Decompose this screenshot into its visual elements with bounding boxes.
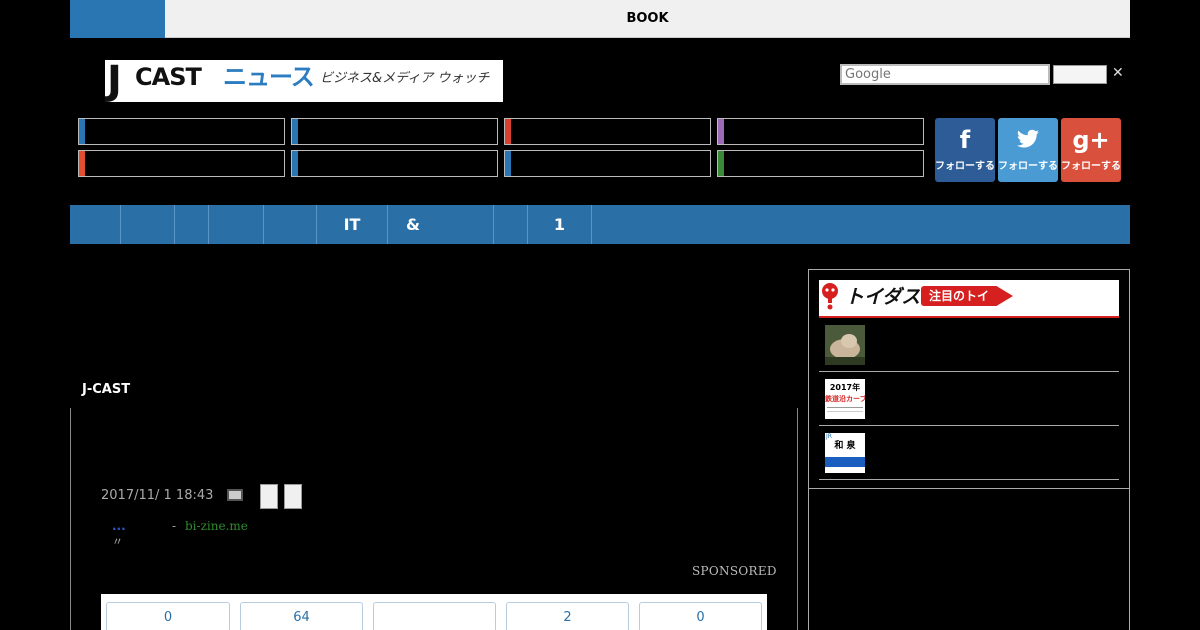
toidas-brand: トイダス [845,286,921,308]
nav-item-and[interactable]: & [388,205,494,244]
follow-label: フォローする [1061,161,1121,172]
category-box-2[interactable] [291,118,498,145]
category-color-bar [292,151,298,176]
category-color-bar [505,119,511,144]
nav-item-5[interactable] [264,205,317,244]
nav-item-3[interactable] [175,205,209,244]
ad-description: 〃 [112,535,123,548]
site-logo[interactable]: J CAST ニュース ビジネス&メディア ウォッチ [105,60,503,102]
print-icon[interactable] [227,489,243,501]
category-color-bar [79,119,85,144]
follow-label: フォローする [935,161,995,172]
category-color-bar [718,119,724,144]
ad-separator: - [172,519,177,533]
category-color-bar [505,151,511,176]
nav-item-1[interactable] [70,205,121,244]
sidebar-item-2[interactable]: 2017年 鉄道沿カーブ [819,372,1119,426]
category-box-5[interactable] [78,150,285,177]
twitter-follow-button[interactable]: フォローする [998,118,1058,182]
googleplus-follow-button[interactable]: g+ フォローする [1061,118,1121,182]
nav-item-8[interactable] [494,205,528,244]
featured-tag: 注目のトイ [921,286,1013,306]
category-box-1[interactable] [78,118,285,145]
twitter-bird-icon [998,126,1058,157]
nav-item-2[interactable] [121,205,175,244]
facebook-follow-button[interactable]: f フォローする [935,118,995,182]
toidas-banner[interactable]: トイダス 注目のトイ [819,280,1119,318]
ad-source[interactable]: bi-zine.me [185,518,248,534]
facebook-icon: f [959,126,971,154]
main-nav: IT & 1 [70,205,1130,244]
share-count-5[interactable]: 0 [639,602,762,630]
nav-item-it[interactable]: IT [317,205,388,244]
category-box-3[interactable] [504,118,711,145]
share-count-2[interactable]: 64 [240,602,363,630]
category-box-4[interactable] [717,118,924,145]
calendar-thumbnail: 2017年 鉄道沿カーブ [825,379,865,419]
share-count-1[interactable]: 0 [106,602,230,630]
calendar-thumbnail-rule [827,411,863,412]
category-box-8[interactable] [717,150,924,177]
calendar-thumbnail-title: 鉄道沿カーブ [825,395,865,403]
logo-j: J [107,58,122,104]
sidebar-lower [808,488,1130,630]
search-input[interactable] [840,64,1050,85]
cat-photo-thumbnail [825,325,865,365]
googleplus-icon: g+ [1072,126,1110,154]
close-icon[interactable]: ✕ [1112,64,1124,82]
ad-link[interactable]: ... [112,518,126,534]
top-bar: BOOK [70,0,1130,38]
category-color-bar [292,119,298,144]
share-counts-panel: 0 64 2 0 [101,594,767,630]
station-sign-stripe [825,457,865,467]
breadcrumb[interactable]: J-CAST [82,381,130,399]
nav-item-4[interactable] [209,205,264,244]
follow-label: フォローする [998,161,1058,172]
calendar-thumbnail-year: 2017年 [829,383,861,392]
category-box-6[interactable] [291,150,498,177]
logo-news: ニュース [223,63,315,91]
sidebar-item-3[interactable]: JR 和 泉 [819,426,1119,480]
share-count-4[interactable]: 2 [506,602,629,630]
top-bar-book-link[interactable]: BOOK [165,0,1130,37]
article-timestamp: 2017/11/ 1 18:43 [101,488,214,503]
share-button-2[interactable] [284,484,302,509]
sponsored-label: SPONSORED [692,564,777,578]
share-count-3[interactable] [373,602,496,630]
category-color-bar [718,151,724,176]
station-sign-name: 和 泉 [834,441,856,451]
station-sign-thumbnail: JR 和 泉 [825,433,865,473]
logo-subtitle: ビジネス&メディア ウォッチ [320,71,490,86]
question-mascot-icon [822,283,838,310]
share-button-1[interactable] [260,484,278,509]
category-box-7[interactable] [504,150,711,177]
calendar-thumbnail-rule [827,407,863,408]
category-color-bar [79,151,85,176]
logo-cast: CAST [135,63,202,91]
station-sign-jr: JR [826,433,832,440]
nav-item-ranking[interactable]: 1 [528,205,592,244]
search-button[interactable] [1053,65,1107,84]
top-bar-accent [70,0,165,38]
sidebar-item-1[interactable] [819,318,1119,372]
